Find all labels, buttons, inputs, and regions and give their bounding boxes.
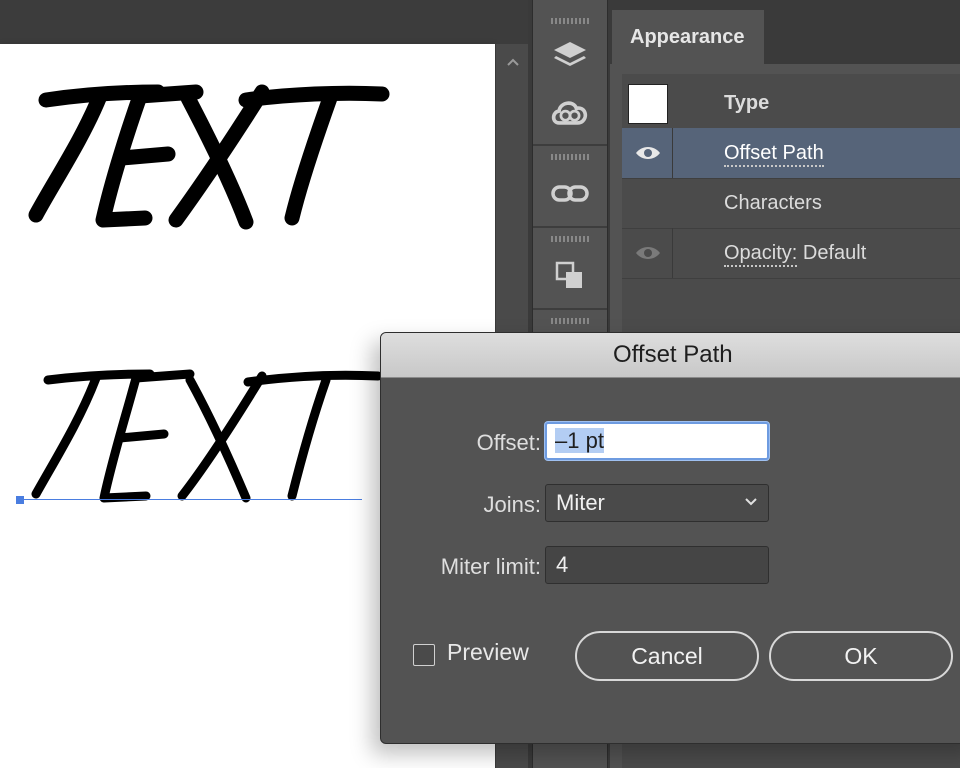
links-icon[interactable] [550, 174, 590, 214]
appearance-row-offset-path[interactable]: Offset Path [622, 128, 960, 179]
tool-divider [533, 144, 607, 146]
offset-value: –1 pt [555, 428, 604, 453]
tool-divider [533, 226, 607, 228]
document-top-strip [0, 0, 528, 44]
miter-limit-input[interactable]: 4 [545, 546, 769, 584]
joins-value: Miter [556, 490, 605, 515]
offset-input[interactable]: –1 pt [545, 422, 769, 460]
panel-grip[interactable] [551, 154, 589, 160]
preview-checkbox[interactable] [413, 644, 435, 666]
appearance-row-label: Opacity: Default [724, 228, 866, 278]
layers-icon[interactable] [550, 36, 590, 76]
tab-appearance[interactable]: Appearance [612, 10, 764, 64]
dialog-title: Offset Path [613, 341, 733, 368]
row-divider [672, 128, 673, 178]
opacity-value: Default [802, 242, 867, 264]
joins-select[interactable]: Miter [545, 484, 769, 522]
scroll-up-icon[interactable] [505, 54, 521, 70]
panel-grip[interactable] [551, 318, 589, 324]
appearance-row-characters[interactable]: Characters [622, 178, 960, 229]
cancel-button[interactable]: Cancel [575, 631, 759, 681]
chevron-down-icon [745, 498, 757, 506]
ok-button[interactable]: OK [769, 631, 953, 681]
offset-path-dialog: Offset Path Offset: –1 pt Joins: Miter M… [380, 332, 960, 744]
visibility-eye-icon[interactable] [634, 243, 662, 263]
type-baseline [20, 499, 362, 500]
miter-limit-label: Miter limit: [440, 554, 541, 579]
opacity-link[interactable]: Opacity: [724, 242, 798, 267]
tool-divider [533, 308, 607, 310]
preview-label[interactable]: Preview [447, 639, 529, 666]
appearance-row-label: Characters [724, 192, 822, 214]
text-artwork-original[interactable] [0, 70, 495, 310]
text-artwork-top-svg [28, 84, 390, 230]
pathfinder-icon[interactable] [550, 256, 590, 296]
appearance-row-type[interactable]: Type [622, 78, 960, 129]
panel-grip[interactable] [551, 18, 589, 24]
visibility-eye-icon[interactable] [634, 143, 662, 163]
offset-label: Offset: [476, 430, 541, 455]
miter-limit-value: 4 [556, 552, 569, 577]
panel-grip[interactable] [551, 236, 589, 242]
joins-label: Joins: [483, 492, 541, 517]
type-anchor-point[interactable] [16, 496, 24, 504]
type-thumbnail [628, 84, 668, 124]
appearance-row-opacity[interactable]: Opacity: Default [622, 228, 960, 279]
appearance-row-label: Type [724, 92, 770, 114]
offset-path-effect-link[interactable]: Offset Path [724, 128, 824, 178]
row-divider [672, 228, 673, 278]
dialog-title-bar[interactable]: Offset Path [381, 333, 960, 378]
creative-cloud-libraries-icon[interactable] [550, 92, 590, 132]
